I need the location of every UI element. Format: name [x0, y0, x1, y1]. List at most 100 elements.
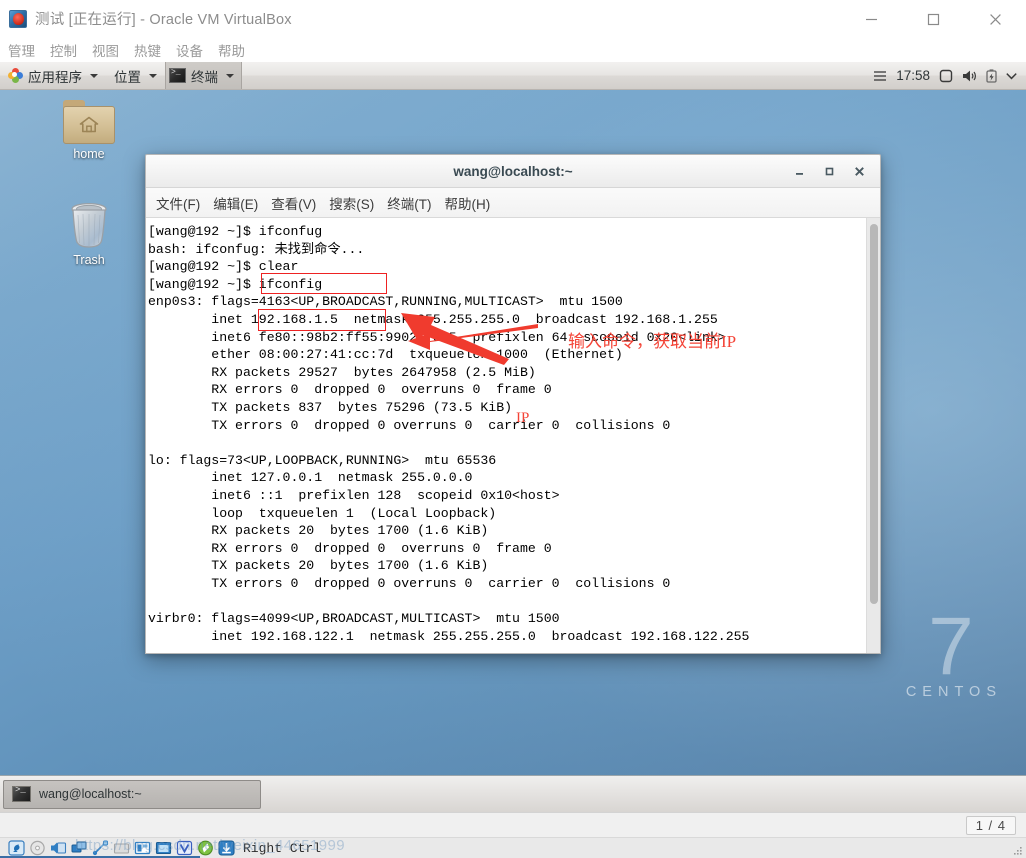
- battery-icon[interactable]: [986, 68, 997, 83]
- places-menu[interactable]: 位置: [106, 62, 165, 89]
- virtualbox-icon: [9, 9, 27, 28]
- terminal-body[interactable]: [wang@192 ~]$ ifconfug bash: ifconfug: 未找…: [146, 218, 880, 653]
- terminal-menu-edit[interactable]: 编辑(E): [213, 193, 258, 213]
- hard-disk-icon[interactable]: [8, 840, 25, 856]
- desktop-icon-trash[interactable]: Trash: [46, 202, 132, 267]
- applications-menu[interactable]: 应用程序: [0, 62, 106, 89]
- trash-icon: [67, 202, 111, 250]
- terminal-line: inet 127.0.0.1 netmask 255.0.0.0: [148, 470, 473, 486]
- guest-screen: 应用程序 位置 终端 17:58: [0, 62, 1026, 812]
- audio-icon[interactable]: [50, 840, 67, 856]
- annotation-note-ip: IP: [516, 410, 530, 426]
- chevron-down-icon: [90, 73, 98, 78]
- menu-devices[interactable]: 设备: [176, 40, 203, 60]
- terminal-menu-file[interactable]: 文件(F): [156, 193, 200, 213]
- menu-manage[interactable]: 管理: [8, 40, 35, 60]
- host-key-icon[interactable]: [218, 840, 235, 856]
- terminal-line: TX packets 20 bytes 1700 (1.6 KiB): [148, 558, 489, 574]
- display-icon[interactable]: [134, 840, 151, 856]
- menu-help[interactable]: 帮助: [218, 40, 245, 60]
- terminal-line: inet6 fe80::98b2:ff55:9902:78c5 prefixle…: [148, 329, 726, 345]
- terminal-scrollbar[interactable]: [866, 218, 880, 653]
- terminal-line: inet 192.168.1.5 netmask 255.255.255.0 b…: [148, 311, 718, 327]
- folder-home-icon: [63, 100, 115, 144]
- recording-icon[interactable]: [155, 840, 172, 856]
- close-button[interactable]: [964, 0, 1026, 38]
- screen-icon[interactable]: [939, 69, 953, 83]
- terminal-menu-terminal[interactable]: 终端(T): [387, 193, 431, 213]
- terminal-menu-view[interactable]: 查看(V): [271, 193, 316, 213]
- terminal-line: lo: flags=73<UP,LOOPBACK,RUNNING> mtu 65…: [148, 452, 497, 468]
- optical-disk-icon[interactable]: [29, 840, 46, 856]
- desktop-icon-label: home: [73, 147, 105, 161]
- terminal-line: enp0s3: flags=4163<UP,BROADCAST,RUNNING,…: [148, 294, 623, 310]
- terminal-line: loop txqueuelen 1 (Local Loopback): [148, 505, 497, 521]
- terminal-menu-search[interactable]: 搜索(S): [329, 193, 374, 213]
- statusbar-upper: 1 / 4: [0, 813, 1026, 837]
- taskbar-window-button[interactable]: wang@localhost:~: [3, 779, 261, 809]
- panel-terminal-label: 终端: [191, 69, 218, 85]
- chevron-down-icon[interactable]: [1006, 72, 1017, 80]
- terminal-window-controls: [792, 155, 874, 188]
- virtualization-icon[interactable]: [176, 840, 193, 856]
- terminal-line: RX errors 0 dropped 0 overruns 0 frame 0: [148, 540, 552, 556]
- window-title: 测试 [正在运行] - Oracle VM VirtualBox: [35, 12, 292, 28]
- network-icon[interactable]: [71, 840, 88, 856]
- terminal-menu-help[interactable]: 帮助(H): [445, 193, 491, 213]
- virtualbox-titlebar: 测试 [正在运行] - Oracle VM VirtualBox: [0, 0, 1026, 38]
- maximize-button[interactable]: [902, 0, 964, 38]
- chevron-down-icon: [226, 73, 234, 78]
- terminal-line: RX packets 29527 bytes 2647958 (2.5 MiB): [148, 364, 536, 380]
- minimize-button[interactable]: [840, 0, 902, 38]
- terminal-line: bash: ifconfug: 未找到命令...: [148, 241, 365, 257]
- virtualbox-menubar: 管理 控制 视图 热键 设备 帮助: [0, 38, 1026, 62]
- terminal-icon: [169, 68, 186, 83]
- gnome-top-panel: 应用程序 位置 终端 17:58: [0, 62, 1026, 90]
- terminal-line: inet6 ::1 prefixlen 128 scopeid 0x10<hos…: [148, 487, 560, 503]
- host-key-label: Right Ctrl: [243, 840, 322, 856]
- terminal-line: TX errors 0 dropped 0 overruns 0 carrier…: [148, 417, 671, 433]
- volume-icon[interactable]: [962, 69, 977, 83]
- menu-hotkey[interactable]: 热键: [134, 40, 161, 60]
- terminal-window: wang@localhost:~ 文件(F) 编辑(E) 查看(V) 搜索(S)…: [145, 154, 881, 654]
- terminal-line: [wang@192 ~]$ ifconfug: [148, 224, 323, 239]
- menu-view[interactable]: 视图: [92, 40, 119, 60]
- desktop-icon-label: Trash: [73, 253, 105, 267]
- menu-control[interactable]: 控制: [50, 40, 77, 60]
- terminal-line: [wang@192 ~]$ clear: [148, 259, 299, 275]
- taskbar-window-label: wang@localhost:~: [39, 787, 142, 801]
- terminal-line: RX packets 20 bytes 1700 (1.6 KiB): [148, 523, 489, 539]
- shared-folder-icon[interactable]: [113, 840, 130, 856]
- resize-grip-icon[interactable]: [1012, 845, 1023, 856]
- terminal-line: TX packets 837 bytes 75296 (73.5 KiB): [148, 399, 513, 415]
- minimize-button[interactable]: [792, 165, 806, 179]
- terminal-icon: [12, 785, 31, 802]
- usb-icon[interactable]: [92, 840, 109, 856]
- panel-terminal-window-button[interactable]: 终端: [165, 62, 242, 89]
- terminal-output: [wang@192 ~]$ ifconfug bash: ifconfug: 未找…: [146, 218, 866, 653]
- hamburger-icon[interactable]: [873, 70, 887, 82]
- mouse-integration-icon[interactable]: [197, 840, 214, 856]
- gnome-foot-icon: [8, 68, 23, 83]
- house-glyph: [79, 116, 99, 133]
- terminal-title: wang@localhost:~: [453, 163, 573, 179]
- terminal-titlebar[interactable]: wang@localhost:~: [146, 155, 880, 188]
- terminal-line: inet 192.168.122.1 netmask 255.255.255.0…: [148, 628, 750, 644]
- virtualbox-window: 测试 [正在运行] - Oracle VM VirtualBox 管理 控制 视…: [0, 0, 1026, 858]
- virtualbox-statusbar: 1 / 4 Right Ctrl https://blog.csdn.net/w…: [0, 812, 1026, 858]
- terminal-line: ether 08:00:27:41:cc:7d txqueuelen 1000 …: [148, 347, 623, 363]
- terminal-line: TX errors 0 dropped 0 overruns 0 carrier…: [148, 575, 671, 591]
- centos-watermark: 7 CENTOS: [900, 600, 1002, 700]
- window-controls: [840, 0, 1026, 38]
- centos-version-number: 7: [928, 600, 974, 692]
- desktop-icon-home[interactable]: home: [46, 100, 132, 161]
- terminal-line: RX errors 0 dropped 0 overruns 0 frame 0: [148, 382, 552, 398]
- close-button[interactable]: [852, 165, 866, 179]
- annotation-note-command: 输入命令，获取当前IP: [568, 332, 737, 351]
- terminal-line: [wang@192 ~]$ ifconfig: [148, 276, 323, 292]
- scrollbar-thumb[interactable]: [870, 224, 878, 604]
- maximize-button[interactable]: [822, 165, 836, 179]
- terminal-menubar: 文件(F) 编辑(E) 查看(V) 搜索(S) 终端(T) 帮助(H): [146, 188, 880, 218]
- clock[interactable]: 17:58: [896, 68, 930, 83]
